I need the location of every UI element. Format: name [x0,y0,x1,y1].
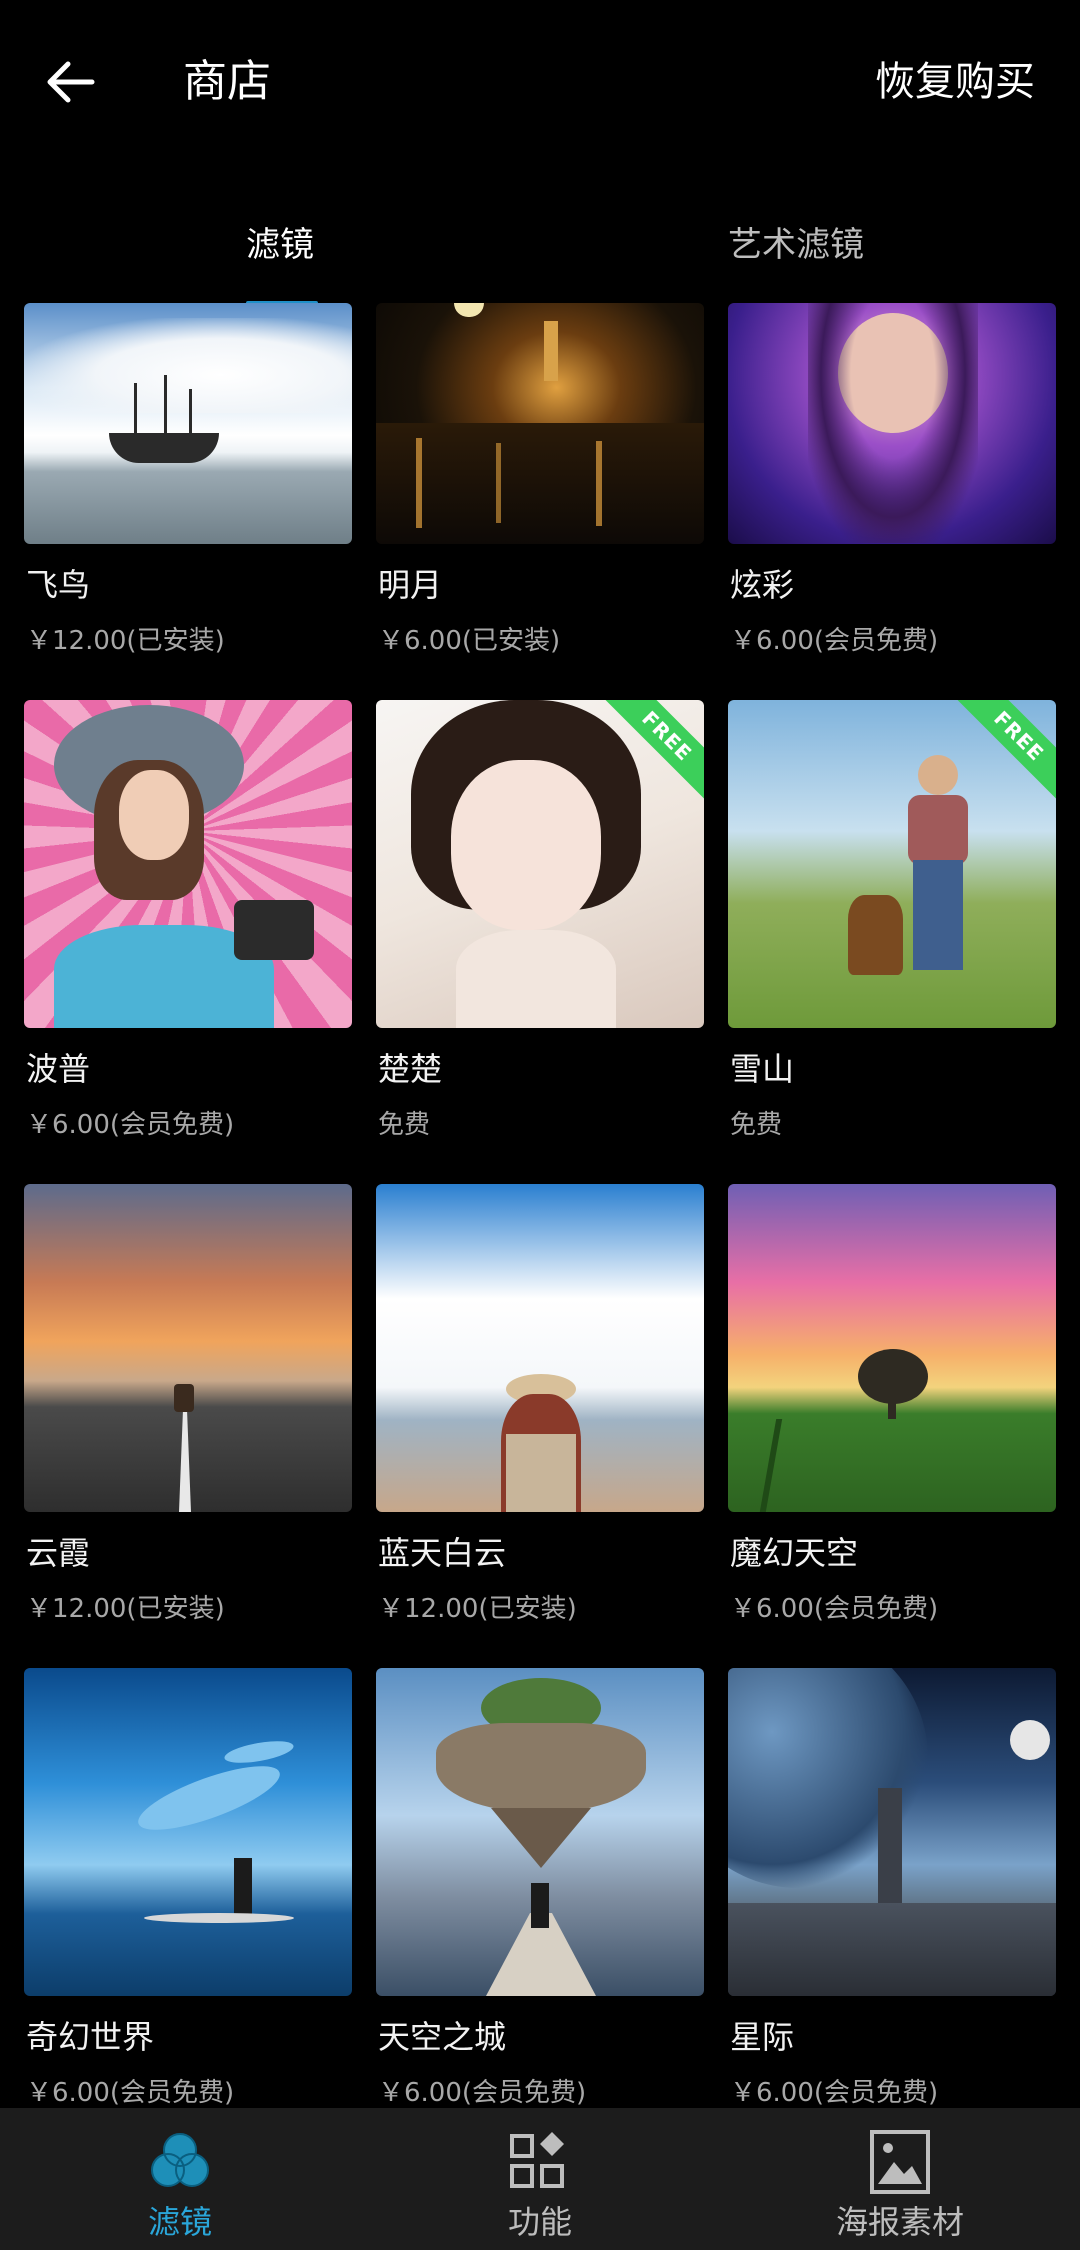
filter-card[interactable]: 天空之城 ￥6.00(会员免费) [376,1668,704,2108]
arrow-left-icon [47,61,95,103]
filter-thumbnail [376,1668,704,1996]
back-button[interactable] [38,50,102,114]
filter-price: ￥6.00(会员免费) [26,2078,235,2108]
filter-card[interactable]: 明月 ￥6.00(已安装) [376,303,704,700]
restore-purchase-button[interactable]: 恢复购买 [875,50,1035,114]
filter-price: 免费 [378,1110,431,1140]
filter-grid-scroll[interactable]: 飞鸟 ￥12.00(已安装) 明月 ￥6.00(已安装) 炫彩 ￥6.00(会员… [0,303,1080,2108]
filter-name: 云霞 [26,1534,91,1572]
filter-thumbnail [376,303,704,544]
filter-thumbnail [24,1184,352,1512]
filter-name: 天空之城 [378,2018,507,2056]
filter-name: 飞鸟 [26,566,91,604]
filter-card[interactable]: FREE 雪山 免费 [728,700,1056,1184]
filter-name: 蓝天白云 [378,1534,507,1572]
nav-functions[interactable]: 功能 [360,2108,720,2250]
filter-card[interactable]: 星际 ￥6.00(会员免费) [728,1668,1056,2108]
filter-price: 免费 [730,1110,783,1140]
filter-price: ￥6.00(已安装) [378,626,561,656]
filter-card[interactable]: 奇幻世界 ￥6.00(会员免费) [24,1668,352,2108]
nav-label: 功能 [507,2203,572,2241]
filter-name: 奇幻世界 [26,2018,155,2056]
filter-name: 雪山 [730,1050,795,1088]
tab-bar: 滤镜 艺术滤镜 [0,205,1080,305]
filter-price: ￥6.00(会员免费) [730,626,939,656]
filter-thumbnail [728,1184,1056,1512]
store-screen: 商店 恢复购买 滤镜 艺术滤镜 飞鸟 ￥12.00(已安装) 明月 ￥6.00(… [0,0,1080,2250]
filter-price: ￥6.00(会员免费) [378,2078,587,2108]
bottom-navigation: 滤镜 功能 海报素材 [0,2108,1080,2250]
filter-price: ￥6.00(会员免费) [26,1110,235,1140]
filter-name: 波普 [26,1050,91,1088]
filter-price: ￥6.00(会员免费) [730,2078,939,2108]
filter-card[interactable]: 蓝天白云 ￥12.00(已安装) [376,1184,704,1668]
filter-thumbnail: FREE [728,700,1056,1028]
filter-card[interactable]: 魔幻天空 ￥6.00(会员免费) [728,1184,1056,1668]
filter-name: 明月 [378,566,443,604]
function-grid-icon [510,2132,564,2188]
page-title: 商店 [183,56,271,107]
filter-grid: 飞鸟 ￥12.00(已安装) 明月 ￥6.00(已安装) 炫彩 ￥6.00(会员… [24,303,1056,2108]
nav-poster-materials[interactable]: 海报素材 [720,2108,1080,2250]
filter-card[interactable]: 炫彩 ￥6.00(会员免费) [728,303,1056,700]
filter-thumbnail [24,303,352,544]
tab-filters[interactable]: 滤镜 [246,215,314,275]
filter-price: ￥12.00(已安装) [378,1594,577,1624]
poster-image-icon [870,2130,930,2194]
filter-name: 楚楚 [378,1050,443,1088]
filter-price: ￥12.00(已安装) [26,626,225,656]
filter-thumbnail [728,303,1056,544]
nav-filters[interactable]: 滤镜 [0,2108,360,2250]
tab-art-filters[interactable]: 艺术滤镜 [728,215,864,275]
filter-thumbnail [728,1668,1056,1996]
filter-name: 星际 [730,2018,795,2056]
filter-card[interactable]: FREE 楚楚 免费 [376,700,704,1184]
nav-label: 海报素材 [835,2203,964,2241]
filter-thumbnail: FREE [376,700,704,1028]
filter-thumbnail [376,1184,704,1512]
filter-name: 魔幻天空 [730,1534,859,1572]
filter-thumbnail [24,700,352,1028]
header: 商店 恢复购买 [0,0,1080,170]
filter-circles-icon [151,2133,209,2187]
filter-thumbnail [24,1668,352,1996]
filter-card[interactable]: 飞鸟 ￥12.00(已安装) [24,303,352,700]
filter-card[interactable]: 波普 ￥6.00(会员免费) [24,700,352,1184]
free-badge: FREE [953,700,1056,802]
filter-name: 炫彩 [730,566,795,604]
filter-price: ￥12.00(已安装) [26,1594,225,1624]
nav-label: 滤镜 [147,2203,212,2241]
filter-card[interactable]: 云霞 ￥12.00(已安装) [24,1184,352,1668]
filter-price: ￥6.00(会员免费) [730,1594,939,1624]
